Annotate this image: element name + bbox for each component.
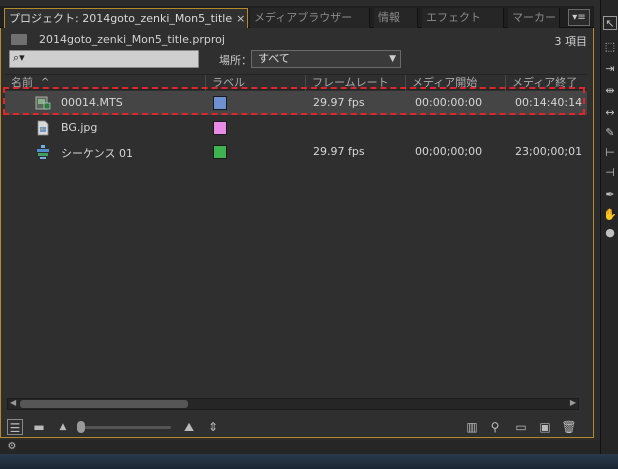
desktop-background: [0, 454, 618, 469]
list-view-icon[interactable]: ☰: [7, 419, 23, 435]
status-bar: ⚙: [0, 440, 600, 454]
zoom-tool-icon[interactable]: ●: [603, 226, 617, 240]
table-row[interactable]: BG.jpg: [5, 116, 587, 140]
new-bin-icon[interactable]: ▭: [513, 419, 529, 435]
row-name: 00014.MTS: [61, 96, 123, 109]
tab-info-label: 情報: [378, 11, 400, 24]
column-header: 名前 ^ ラベル フレームレート メディア開始 メディア終了: [5, 74, 587, 91]
tab-media-browser[interactable]: メディアブラウザー: [250, 8, 370, 28]
zoom-slider-handle[interactable]: [77, 421, 85, 433]
column-name[interactable]: 名前 ^: [5, 75, 205, 91]
close-icon[interactable]: ×: [236, 12, 245, 25]
horizontal-scrollbar[interactable]: ◀ ▶: [7, 398, 579, 410]
row-media-start: 00:00:00:00: [415, 96, 483, 109]
panel-tab-bar: プロジェクト: 2014goto_zenki_Mon5_title × メディアブ…: [0, 6, 594, 28]
location-label: 場所：: [219, 54, 252, 67]
column-frame-rate[interactable]: フレームレート: [305, 75, 405, 91]
icon-view-icon[interactable]: ▬: [31, 419, 47, 435]
label-color-swatch[interactable]: [213, 121, 227, 135]
folder-icon: [11, 34, 27, 45]
tools-panel: ↖ ⬚ ⇥ ⇹ ↔ ✎ ⊢ ⊣ ✒ ✋ ●: [600, 0, 618, 469]
sort-ascending-icon[interactable]: ^: [41, 75, 49, 90]
tab-info[interactable]: 情報: [374, 8, 418, 28]
bottom-toolbar: ☰ ▬ ▲ ⛰ ⇕ ▥ ⚲ ▭ ▣ 🗑: [1, 416, 593, 438]
find-icon[interactable]: ⚲: [487, 419, 503, 435]
tab-effects[interactable]: エフェクト: [422, 8, 504, 28]
slip-icon[interactable]: ⊢: [603, 146, 617, 160]
rolling-edit-icon[interactable]: ⇹: [603, 84, 617, 98]
automate-to-sequence-icon[interactable]: ▥: [463, 419, 481, 435]
selection-tool-icon[interactable]: ↖: [603, 16, 617, 30]
scroll-right-icon[interactable]: ▶: [570, 398, 576, 407]
tab-markers-label: マーカー: [512, 11, 556, 24]
row-frame-rate: 29.97 fps: [313, 96, 365, 109]
sequence-icon: [35, 144, 51, 160]
column-label-label: ラベル: [212, 76, 245, 89]
image-file-icon: [35, 120, 51, 136]
track-select-icon[interactable]: ⬚: [603, 40, 617, 54]
hand-icon[interactable]: ✋: [603, 208, 617, 222]
table-row[interactable]: 00014.MTS 29.97 fps 00:00:00:00 00:14:40…: [5, 91, 587, 115]
new-item-icon[interactable]: ▣: [537, 419, 553, 435]
tab-effects-label: エフェクト: [426, 11, 481, 24]
column-media-end[interactable]: メディア終了: [505, 75, 587, 91]
location-select[interactable]: すべて ▼: [251, 50, 401, 68]
row-media-start: 00;00;00;00: [415, 145, 483, 158]
zoom-slider[interactable]: [79, 426, 171, 429]
item-count: 3 項目: [554, 35, 588, 48]
tab-markers[interactable]: マーカー: [508, 8, 560, 28]
project-header: 2014goto_zenki_Mon5_title.prproj 3 項目: [9, 30, 589, 48]
column-name-label: 名前: [11, 76, 33, 89]
video-clip-icon: [35, 95, 51, 111]
zoom-in-icon[interactable]: ⛰: [179, 419, 199, 435]
trash-icon[interactable]: 🗑: [561, 419, 577, 435]
premiere-window: プロジェクト: 2014goto_zenki_Mon5_title × メディアブ…: [0, 0, 618, 469]
search-input[interactable]: ⌕▾: [9, 50, 199, 68]
sort-icon[interactable]: ⇕: [205, 419, 221, 435]
rate-stretch-icon[interactable]: ↔: [603, 106, 617, 120]
row-frame-rate: 29.97 fps: [313, 145, 365, 158]
column-media-start-label: メディア開始: [412, 76, 478, 89]
panel-menu-icon[interactable]: ▾≡: [568, 9, 590, 26]
label-color-swatch[interactable]: [213, 145, 227, 159]
table-row[interactable]: シーケンス 01 29.97 fps 00;00;00;00 23;00;00;…: [5, 140, 587, 164]
label-color-swatch[interactable]: [213, 96, 227, 110]
column-label[interactable]: ラベル: [205, 75, 305, 91]
location-value: すべて: [258, 52, 290, 65]
chevron-down-icon: ▼: [389, 54, 396, 64]
zoom-out-icon[interactable]: ▲: [55, 419, 71, 435]
row-media-end: 00:14:40:14: [515, 96, 583, 109]
pen-icon[interactable]: ✒: [603, 188, 617, 202]
tab-project[interactable]: プロジェクト: 2014goto_zenki_Mon5_title ×: [4, 8, 248, 28]
razor-icon[interactable]: ✎: [603, 126, 617, 140]
slide-icon[interactable]: ⊣: [603, 166, 617, 180]
project-panel: 2014goto_zenki_Mon5_title.prproj 3 項目 ⌕▾…: [0, 28, 594, 438]
column-media-start[interactable]: メディア開始: [405, 75, 505, 91]
column-media-end-label: メディア終了: [512, 76, 578, 89]
column-frame-rate-label: フレームレート: [312, 76, 389, 89]
project-file-name: 2014goto_zenki_Mon5_title.prproj: [39, 33, 225, 46]
row-name: BG.jpg: [61, 121, 98, 134]
scroll-left-icon[interactable]: ◀: [10, 398, 16, 407]
tab-project-label: プロジェクト: 2014goto_zenki_Mon5_title: [9, 12, 233, 25]
ripple-edit-icon[interactable]: ⇥: [603, 62, 617, 76]
row-name: シーケンス 01: [61, 147, 133, 160]
tab-media-browser-label: メディアブラウザー: [254, 11, 353, 24]
scrollbar-thumb[interactable]: [20, 400, 188, 408]
row-media-end: 23;00;00;01: [515, 145, 583, 158]
workspace-icon[interactable]: ⚙: [4, 439, 20, 455]
search-icon[interactable]: ⌕▾: [13, 51, 25, 65]
